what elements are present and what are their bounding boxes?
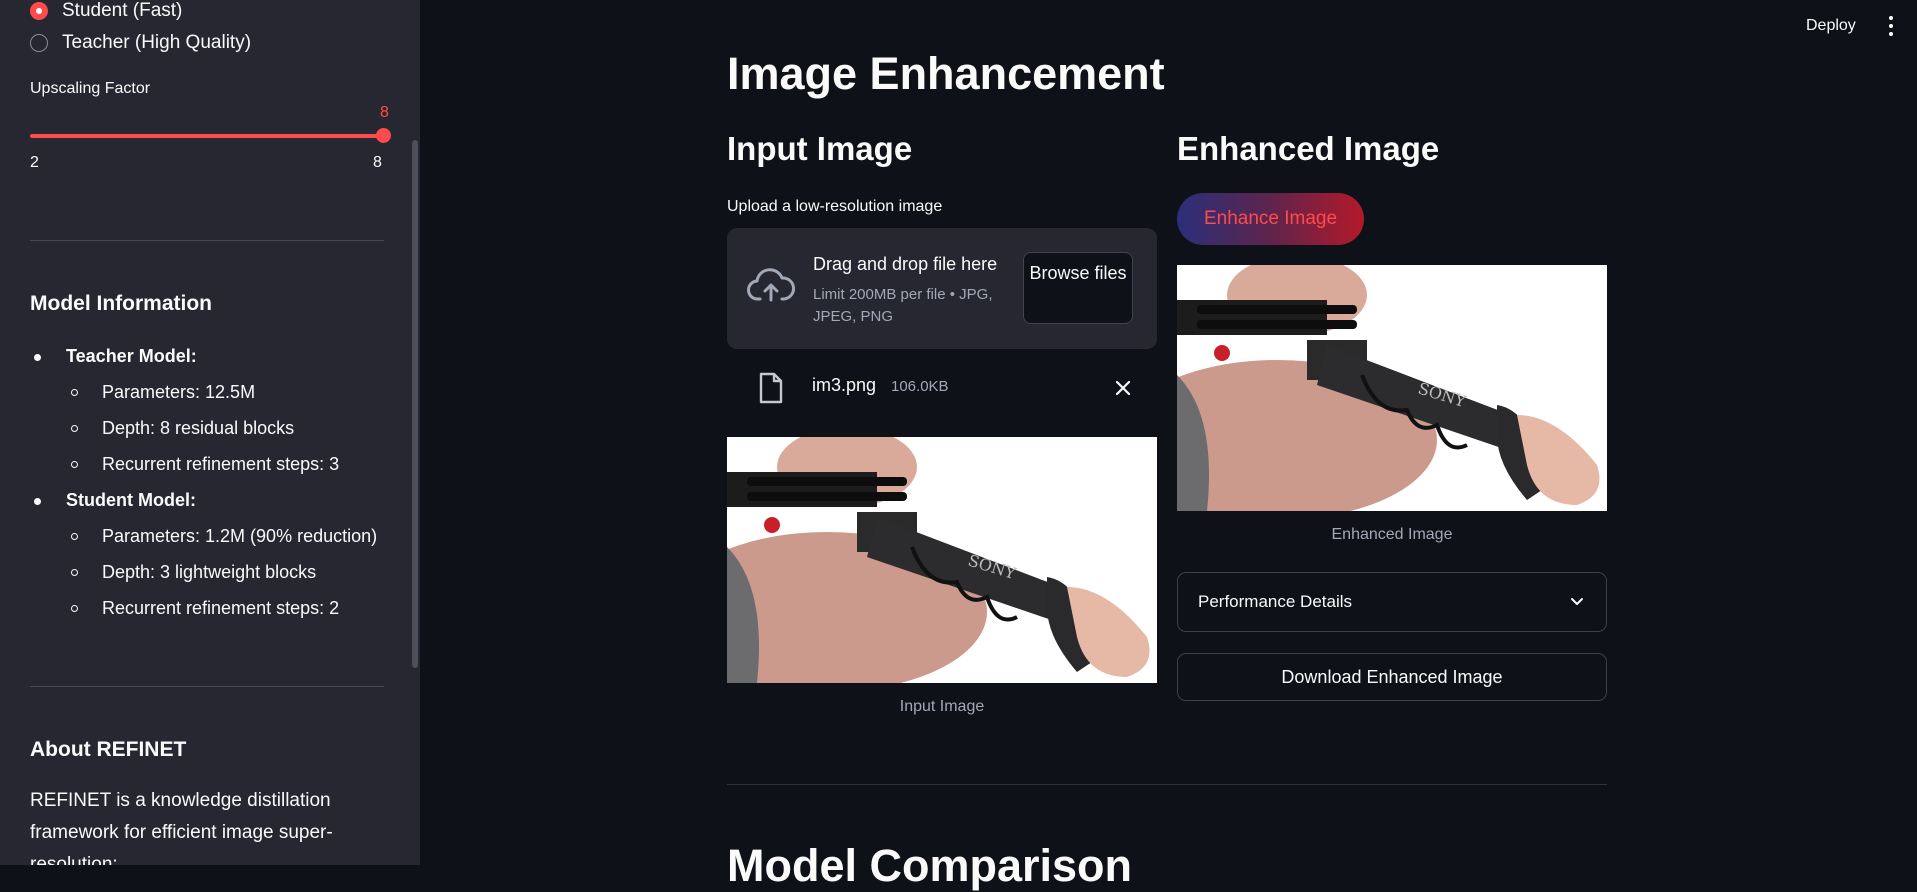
input-image-caption: Input Image — [899, 698, 985, 715]
file-dropzone[interactable]: Drag and drop file here Limit 200MB per … — [727, 228, 1157, 349]
sidebar-divider — [30, 240, 384, 241]
list-item-student: Student Model: — [34, 490, 196, 510]
sidebar: Student (Fast) Teacher (High Quality) Up… — [0, 0, 420, 865]
list-item: Recurrent refinement steps: 3 — [70, 454, 340, 474]
list-item: Depth: 8 residual blocks — [70, 418, 295, 438]
uploaded-file-name: im3.png — [812, 375, 877, 395]
about-text: REFINET is a knowledge distillation fram… — [30, 790, 333, 865]
about-heading: About REFINET — [30, 738, 187, 761]
radio-option-student[interactable]: Student (Fast) — [30, 0, 182, 22]
performance-details-expander[interactable]: Performance Details — [1177, 572, 1607, 632]
expander-label: Performance Details — [1198, 592, 1353, 611]
list-item: Parameters: 12.5M — [70, 382, 256, 402]
upload-label: Upload a low-resolution image — [727, 198, 943, 215]
list-item-teacher: Teacher Model: — [34, 346, 197, 366]
slider-max-label: 8 — [373, 154, 382, 171]
model-comparison-heading: Model Comparison — [727, 840, 1133, 891]
input-image: SONY — [727, 437, 1157, 683]
radio-option-teacher[interactable]: Teacher (High Quality) — [30, 32, 251, 54]
slider-label: Upscaling Factor — [30, 80, 151, 97]
section-divider — [727, 784, 1607, 785]
chevron-down-icon — [1571, 598, 1583, 605]
download-enhanced-image-button[interactable]: Download Enhanced Image — [1177, 653, 1607, 701]
enhance-image-button[interactable]: Enhance Image — [1177, 193, 1364, 245]
upscaling-slider-thumb[interactable] — [376, 128, 391, 143]
slider-current-value: 8 — [380, 104, 389, 121]
list-item: Depth: 3 lightweight blocks — [70, 562, 317, 582]
list-item: Parameters: 1.2M (90% reduction) — [70, 526, 378, 546]
sidebar-divider — [30, 686, 384, 687]
dropzone-limits: Limit 200MB per file • JPG, JPEG, PNG — [813, 286, 993, 325]
slider-min-label: 2 — [30, 154, 39, 171]
list-item: Recurrent refinement steps: 2 — [70, 598, 340, 618]
sidebar-scrollbar[interactable] — [412, 140, 418, 668]
close-icon[interactable] — [1114, 379, 1132, 397]
browse-files-button[interactable]: Browse files — [1023, 252, 1133, 324]
more-menu-icon[interactable] — [1888, 16, 1894, 36]
radio-unselected-icon — [30, 34, 48, 52]
deploy-button[interactable]: Deploy — [1806, 17, 1856, 35]
radio-label-student: Student (Fast) — [62, 0, 183, 21]
dropzone-title: Drag and drop file here — [813, 254, 998, 274]
enhanced-image-heading: Enhanced Image — [1177, 130, 1440, 167]
radio-selected-icon — [30, 2, 48, 20]
file-icon — [759, 372, 783, 404]
page-title: Image Enhancement — [727, 48, 1165, 99]
cloud-upload-icon — [747, 268, 795, 302]
enhanced-image-caption: Enhanced Image — [1331, 526, 1453, 543]
upscaling-slider-track[interactable] — [30, 134, 384, 138]
model-info-heading: Model Information — [30, 292, 212, 315]
enhanced-image: SONY — [1177, 265, 1607, 511]
input-image-heading: Input Image — [727, 130, 913, 167]
radio-label-teacher: Teacher (High Quality) — [62, 32, 252, 53]
uploaded-file-size: 106.0KB — [891, 378, 949, 395]
